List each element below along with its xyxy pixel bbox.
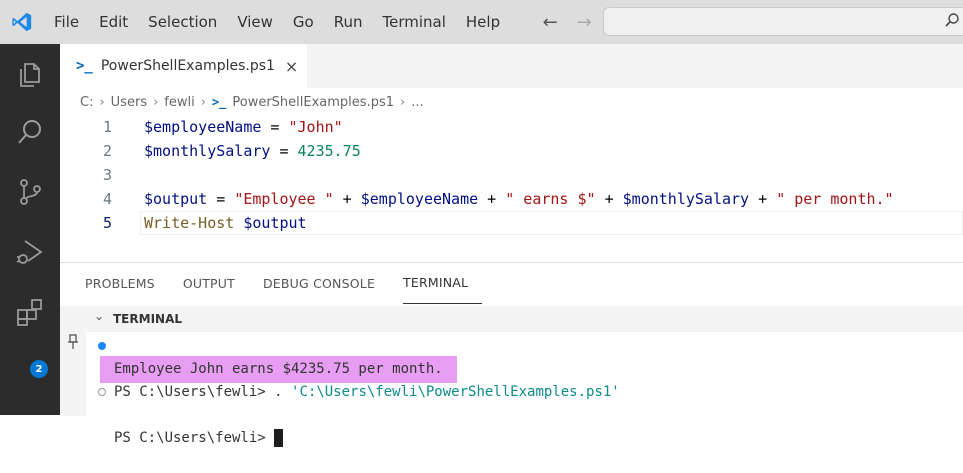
search-icon[interactable] bbox=[14, 116, 46, 148]
title-bar: File Edit Selection View Go Run Terminal… bbox=[0, 0, 963, 44]
chevron-right-icon: › bbox=[153, 94, 159, 110]
breadcrumb-item[interactable]: C: bbox=[80, 95, 93, 110]
code-line[interactable]: 2 $monthlySalary = 4235.75 bbox=[60, 139, 963, 163]
powershell-file-icon: >_ bbox=[76, 58, 93, 74]
editor-tab-bar: >_ PowerShellExamples.ps1 × bbox=[60, 44, 963, 88]
line-number: 3 bbox=[102, 166, 112, 184]
code-token: + bbox=[333, 190, 361, 208]
menu-terminal[interactable]: Terminal bbox=[373, 0, 456, 44]
tab-powershellexamples[interactable]: >_ PowerShellExamples.ps1 × bbox=[60, 44, 307, 88]
code-editor[interactable]: 1 $employeeName = "John" 2 $monthlySalary =… bbox=[60, 115, 963, 235]
source-control-icon[interactable] bbox=[14, 176, 46, 208]
terminal-output-highlight: Employee John earns $4235.75 per month. bbox=[100, 356, 457, 383]
breadcrumb-item[interactable]: fewli bbox=[164, 95, 194, 110]
code-token: $monthlySalary bbox=[622, 190, 750, 208]
activity-bar: 2 bbox=[0, 44, 60, 415]
code-token: " per month." bbox=[776, 190, 894, 208]
code-line[interactable]: 4 $output = "Employee " + $employeeName +… bbox=[60, 187, 963, 211]
terminal[interactable]: PS C:\Users\fewli> . 'C:\Users\fewli\Pow… bbox=[98, 335, 620, 447]
code-text: $employeeName = "John" bbox=[144, 115, 343, 139]
terminal-line: PS C:\Users\fewli> . 'C:\Users\fewli\Pow… bbox=[98, 335, 620, 400]
code-line[interactable]: 5 Write-Host $output bbox=[60, 211, 963, 235]
code-token: = bbox=[207, 190, 235, 208]
vscode-logo-icon bbox=[0, 0, 44, 44]
terminal-cursor bbox=[273, 429, 283, 447]
code-text: $output = "Employee " + $employeeName + … bbox=[144, 187, 894, 211]
powershell-file-icon: >_ bbox=[211, 95, 227, 109]
code-token: $employeeName bbox=[360, 190, 479, 208]
extensions-badge: 2 bbox=[30, 360, 48, 378]
code-token: $employeeName bbox=[144, 118, 262, 136]
chevron-down-icon: ⌄ bbox=[94, 309, 105, 323]
explorer-icon[interactable] bbox=[14, 58, 46, 90]
breadcrumb: C: › Users › fewli › >_ PowerShellExampl… bbox=[80, 90, 424, 114]
arrow-right-icon[interactable]: → bbox=[572, 12, 596, 33]
run-debug-icon[interactable] bbox=[14, 236, 46, 268]
code-line[interactable]: 3 bbox=[60, 163, 963, 187]
code-token: "John" bbox=[288, 118, 343, 136]
panel-tabs: PROBLEMS OUTPUT DEBUG CONSOLE TERMINAL bbox=[85, 263, 496, 305]
arrow-left-icon[interactable]: ← bbox=[538, 12, 562, 33]
breadcrumb-item[interactable]: PowerShellExamples.ps1 bbox=[232, 95, 394, 110]
line-number: 4 bbox=[102, 190, 112, 208]
code-token: " earns $" bbox=[505, 190, 596, 208]
close-icon[interactable]: × bbox=[285, 57, 298, 76]
pin-icon[interactable] bbox=[67, 334, 79, 354]
menu-file[interactable]: File bbox=[44, 0, 89, 44]
menu-go[interactable]: Go bbox=[283, 0, 324, 44]
code-token: $output bbox=[243, 214, 307, 232]
code-line[interactable]: 1 $employeeName = "John" bbox=[60, 115, 963, 139]
chevron-right-icon: › bbox=[99, 94, 105, 110]
terminal-command-path: 'C:\Users\fewli\PowerShellExamples.ps1' bbox=[291, 384, 620, 400]
code-token: = bbox=[270, 142, 298, 160]
terminal-command: . bbox=[274, 384, 292, 400]
terminal-line: Employee John earns $4235.75 per month. bbox=[98, 356, 457, 383]
tab-output[interactable]: OUTPUT bbox=[183, 263, 249, 305]
terminal-prompt: PS C:\Users\fewli> bbox=[114, 430, 266, 446]
tab-debug-console[interactable]: DEBUG CONSOLE bbox=[263, 263, 389, 305]
code-token: Write-Host bbox=[144, 214, 235, 232]
command-status-dot-icon[interactable] bbox=[98, 342, 106, 350]
code-token: $monthlySalary bbox=[144, 142, 271, 160]
code-token: $output bbox=[144, 190, 208, 208]
menu-edit[interactable]: Edit bbox=[89, 0, 138, 44]
tab-terminal[interactable]: TERMINAL bbox=[403, 263, 483, 304]
terminal-line: PS C:\Users\fewli> bbox=[98, 381, 283, 447]
command-center-search[interactable] bbox=[603, 7, 963, 36]
code-token: = bbox=[261, 118, 289, 136]
line-number: 2 bbox=[102, 142, 112, 160]
code-token: + bbox=[478, 190, 506, 208]
code-token: + bbox=[595, 190, 623, 208]
search-icon bbox=[944, 12, 960, 32]
menu-view[interactable]: View bbox=[227, 0, 283, 44]
chevron-right-icon: › bbox=[200, 94, 206, 110]
menu-help[interactable]: Help bbox=[456, 0, 510, 44]
tab-problems[interactable]: PROBLEMS bbox=[85, 263, 169, 305]
code-text: $monthlySalary = 4235.75 bbox=[144, 139, 361, 163]
navigation-controls: ← → bbox=[538, 12, 596, 33]
code-text: Write-Host $output bbox=[144, 211, 307, 235]
line-number: 5 bbox=[102, 214, 112, 232]
breadcrumb-item[interactable]: ... bbox=[411, 95, 423, 110]
menu-run[interactable]: Run bbox=[324, 0, 373, 44]
breadcrumb-item[interactable]: Users bbox=[111, 95, 147, 110]
code-token: + bbox=[749, 190, 777, 208]
code-token: 4235.75 bbox=[297, 142, 361, 160]
bottom-panel: PROBLEMS OUTPUT DEBUG CONSOLE TERMINAL ›… bbox=[60, 262, 963, 447]
tab-label: PowerShellExamples.ps1 bbox=[100, 58, 275, 74]
command-status-dot-icon[interactable] bbox=[98, 388, 106, 396]
terminal-section-label: TERMINAL bbox=[113, 312, 183, 326]
menu-selection[interactable]: Selection bbox=[138, 0, 227, 44]
terminal-section-header[interactable]: ⌄ TERMINAL bbox=[60, 306, 963, 332]
chevron-right-icon: › bbox=[400, 94, 406, 110]
code-token: "Employee " bbox=[234, 190, 334, 208]
line-number: 1 bbox=[102, 118, 112, 136]
extensions-icon[interactable] bbox=[14, 296, 46, 328]
